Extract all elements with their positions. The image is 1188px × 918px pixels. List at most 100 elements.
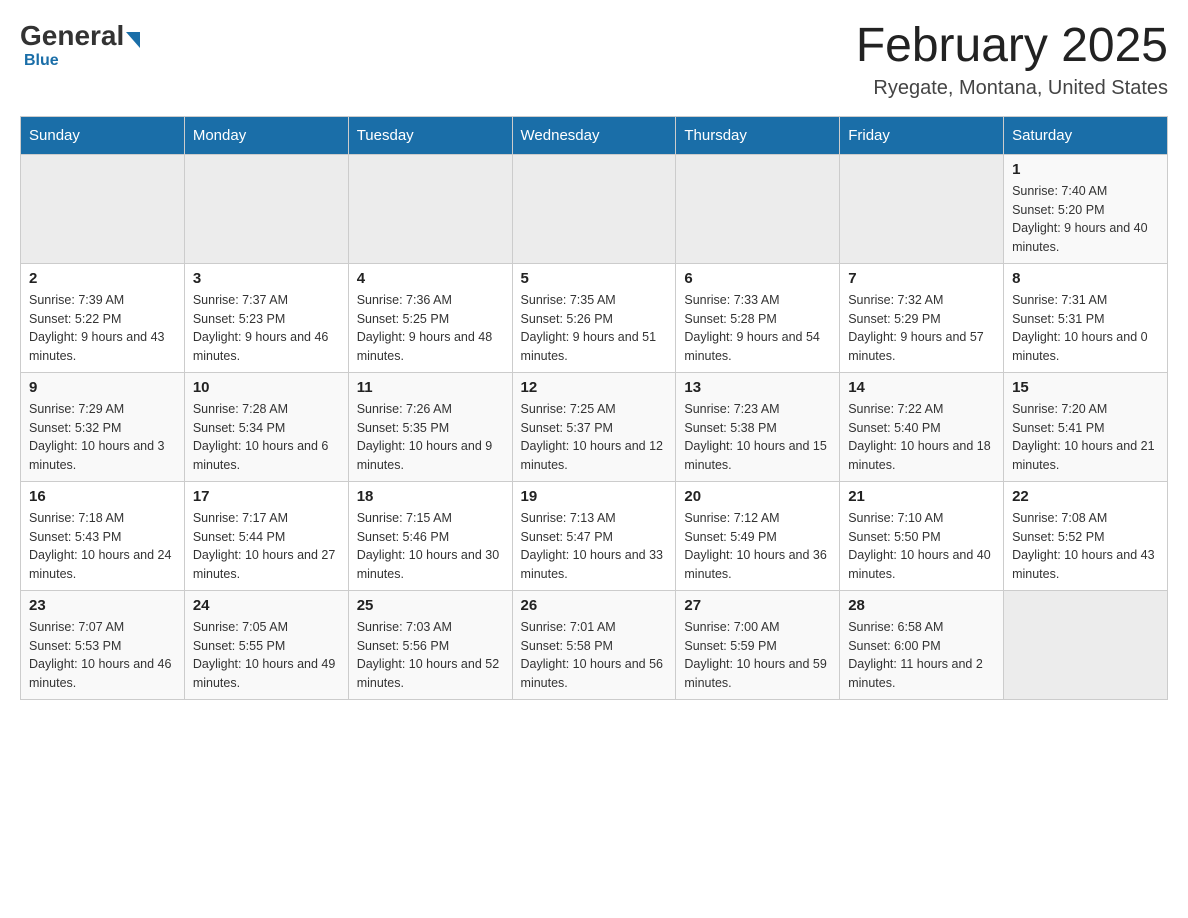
calendar-cell: [1004, 590, 1168, 699]
logo: General Blue: [20, 20, 142, 70]
day-number: 15: [1012, 379, 1159, 396]
day-info: Sunrise: 7:12 AMSunset: 5:49 PMDaylight:…: [684, 509, 831, 584]
day-number: 10: [193, 379, 340, 396]
day-number: 14: [848, 379, 995, 396]
calendar-cell: 22Sunrise: 7:08 AMSunset: 5:52 PMDayligh…: [1004, 481, 1168, 590]
weekday-header-wednesday: Wednesday: [512, 116, 676, 154]
calendar-cell: 6 Sunrise: 7:33 AMSunset: 5:28 PMDaylight…: [676, 263, 840, 372]
calendar-cell: 1 Sunrise: 7:40 AMSunset: 5:20 PMDaylight…: [1004, 154, 1168, 263]
day-number: 28: [848, 597, 995, 614]
day-info: Sunrise: 7:28 AMSunset: 5:34 PMDaylight:…: [193, 400, 340, 475]
calendar-cell: 27 Sunrise: 7:00 AMSunset: 5:59 PMDayligh…: [676, 590, 840, 699]
day-info: Sunrise: 7:33 AMSunset: 5:28 PMDaylight:…: [684, 291, 831, 366]
location-text: Ryegate, Montana, United States: [856, 77, 1168, 100]
weekday-header-row: SundayMondayTuesdayWednesdayThursdayFrid…: [21, 116, 1168, 154]
calendar-cell: 21 Sunrise: 7:10 AMSunset: 5:50 PMDayligh…: [840, 481, 1004, 590]
day-info: Sunrise: 7:20 AMSunset: 5:41 PMDaylight:…: [1012, 400, 1159, 475]
day-number: 24: [193, 597, 340, 614]
logo-general-text: General: [20, 20, 124, 52]
day-number: 7: [848, 270, 995, 287]
calendar-cell: 17Sunrise: 7:17 AMSunset: 5:44 PMDayligh…: [184, 481, 348, 590]
day-number: 27: [684, 597, 831, 614]
day-info: Sunrise: 7:31 AMSunset: 5:31 PMDaylight:…: [1012, 291, 1159, 366]
day-info: Sunrise: 7:10 AMSunset: 5:50 PMDaylight:…: [848, 509, 995, 584]
day-number: 13: [684, 379, 831, 396]
day-info: Sunrise: 7:15 AMSunset: 5:46 PMDaylight:…: [357, 509, 504, 584]
day-info: Sunrise: 7:18 AMSunset: 5:43 PMDaylight:…: [29, 509, 176, 584]
day-info: Sunrise: 7:07 AMSunset: 5:53 PMDaylight:…: [29, 618, 176, 693]
day-info: Sunrise: 6:58 AMSunset: 6:00 PMDaylight:…: [848, 618, 995, 693]
calendar-cell: 24Sunrise: 7:05 AMSunset: 5:55 PMDayligh…: [184, 590, 348, 699]
logo-blue-text: Blue: [24, 52, 59, 69]
calendar-row-3: 9 Sunrise: 7:29 AMSunset: 5:32 PMDaylight…: [21, 372, 1168, 481]
day-info: Sunrise: 7:08 AMSunset: 5:52 PMDaylight:…: [1012, 509, 1159, 584]
weekday-header-tuesday: Tuesday: [348, 116, 512, 154]
calendar-cell: 15 Sunrise: 7:20 AMSunset: 5:41 PMDayligh…: [1004, 372, 1168, 481]
calendar-cell: 12 Sunrise: 7:25 AMSunset: 5:37 PMDayligh…: [512, 372, 676, 481]
month-title: February 2025: [856, 20, 1168, 73]
calendar-cell: 8Sunrise: 7:31 AMSunset: 5:31 PMDaylight…: [1004, 263, 1168, 372]
day-number: 20: [684, 488, 831, 505]
day-info: Sunrise: 7:22 AMSunset: 5:40 PMDaylight:…: [848, 400, 995, 475]
day-info: Sunrise: 7:32 AMSunset: 5:29 PMDaylight:…: [848, 291, 995, 366]
day-number: 23: [29, 597, 176, 614]
calendar-cell: [676, 154, 840, 263]
calendar-table: SundayMondayTuesdayWednesdayThursdayFrid…: [20, 116, 1168, 700]
day-number: 21: [848, 488, 995, 505]
day-number: 11: [357, 379, 504, 396]
calendar-cell: 23 Sunrise: 7:07 AMSunset: 5:53 PMDayligh…: [21, 590, 185, 699]
calendar-row-5: 23 Sunrise: 7:07 AMSunset: 5:53 PMDayligh…: [21, 590, 1168, 699]
calendar-cell: [21, 154, 185, 263]
day-number: 12: [521, 379, 668, 396]
day-info: Sunrise: 7:26 AMSunset: 5:35 PMDaylight:…: [357, 400, 504, 475]
calendar-cell: 7 Sunrise: 7:32 AMSunset: 5:29 PMDaylight…: [840, 263, 1004, 372]
calendar-cell: [184, 154, 348, 263]
page-header: General Blue February 2025 Ryegate, Mont…: [20, 20, 1168, 100]
logo-arrow-icon: [126, 32, 140, 48]
calendar-cell: 25 Sunrise: 7:03 AMSunset: 5:56 PMDayligh…: [348, 590, 512, 699]
weekday-header-saturday: Saturday: [1004, 116, 1168, 154]
calendar-cell: [840, 154, 1004, 263]
calendar-cell: 3Sunrise: 7:37 AMSunset: 5:23 PMDaylight…: [184, 263, 348, 372]
calendar-cell: 2Sunrise: 7:39 AMSunset: 5:22 PMDaylight…: [21, 263, 185, 372]
calendar-cell: 18 Sunrise: 7:15 AMSunset: 5:46 PMDayligh…: [348, 481, 512, 590]
day-number: 16: [29, 488, 176, 505]
title-section: February 2025 Ryegate, Montana, United S…: [856, 20, 1168, 100]
day-info: Sunrise: 7:23 AMSunset: 5:38 PMDaylight:…: [684, 400, 831, 475]
calendar-cell: 5Sunrise: 7:35 AMSunset: 5:26 PMDaylight…: [512, 263, 676, 372]
calendar-cell: 16 Sunrise: 7:18 AMSunset: 5:43 PMDayligh…: [21, 481, 185, 590]
calendar-row-2: 2Sunrise: 7:39 AMSunset: 5:22 PMDaylight…: [21, 263, 1168, 372]
calendar-cell: [512, 154, 676, 263]
calendar-cell: 28 Sunrise: 6:58 AMSunset: 6:00 PMDayligh…: [840, 590, 1004, 699]
calendar-cell: 26Sunrise: 7:01 AMSunset: 5:58 PMDayligh…: [512, 590, 676, 699]
calendar-row-4: 16 Sunrise: 7:18 AMSunset: 5:43 PMDayligh…: [21, 481, 1168, 590]
calendar-cell: 4Sunrise: 7:36 AMSunset: 5:25 PMDaylight…: [348, 263, 512, 372]
calendar-cell: 20 Sunrise: 7:12 AMSunset: 5:49 PMDayligh…: [676, 481, 840, 590]
day-number: 26: [521, 597, 668, 614]
day-info: Sunrise: 7:37 AMSunset: 5:23 PMDaylight:…: [193, 291, 340, 366]
day-info: Sunrise: 7:25 AMSunset: 5:37 PMDaylight:…: [521, 400, 668, 475]
day-info: Sunrise: 7:35 AMSunset: 5:26 PMDaylight:…: [521, 291, 668, 366]
day-number: 9: [29, 379, 176, 396]
weekday-header-thursday: Thursday: [676, 116, 840, 154]
day-number: 18: [357, 488, 504, 505]
day-number: 2: [29, 270, 176, 287]
day-number: 6: [684, 270, 831, 287]
day-info: Sunrise: 7:40 AMSunset: 5:20 PMDaylight:…: [1012, 182, 1159, 257]
calendar-cell: 11 Sunrise: 7:26 AMSunset: 5:35 PMDayligh…: [348, 372, 512, 481]
calendar-cell: 13 Sunrise: 7:23 AMSunset: 5:38 PMDayligh…: [676, 372, 840, 481]
day-number: 4: [357, 270, 504, 287]
day-info: Sunrise: 7:00 AMSunset: 5:59 PMDaylight:…: [684, 618, 831, 693]
weekday-header-friday: Friday: [840, 116, 1004, 154]
day-info: Sunrise: 7:13 AMSunset: 5:47 PMDaylight:…: [521, 509, 668, 584]
day-info: Sunrise: 7:03 AMSunset: 5:56 PMDaylight:…: [357, 618, 504, 693]
day-info: Sunrise: 7:29 AMSunset: 5:32 PMDaylight:…: [29, 400, 176, 475]
day-number: 25: [357, 597, 504, 614]
calendar-cell: [348, 154, 512, 263]
day-number: 1: [1012, 161, 1159, 178]
calendar-cell: 14 Sunrise: 7:22 AMSunset: 5:40 PMDayligh…: [840, 372, 1004, 481]
day-number: 17: [193, 488, 340, 505]
weekday-header-monday: Monday: [184, 116, 348, 154]
day-number: 19: [521, 488, 668, 505]
weekday-header-sunday: Sunday: [21, 116, 185, 154]
